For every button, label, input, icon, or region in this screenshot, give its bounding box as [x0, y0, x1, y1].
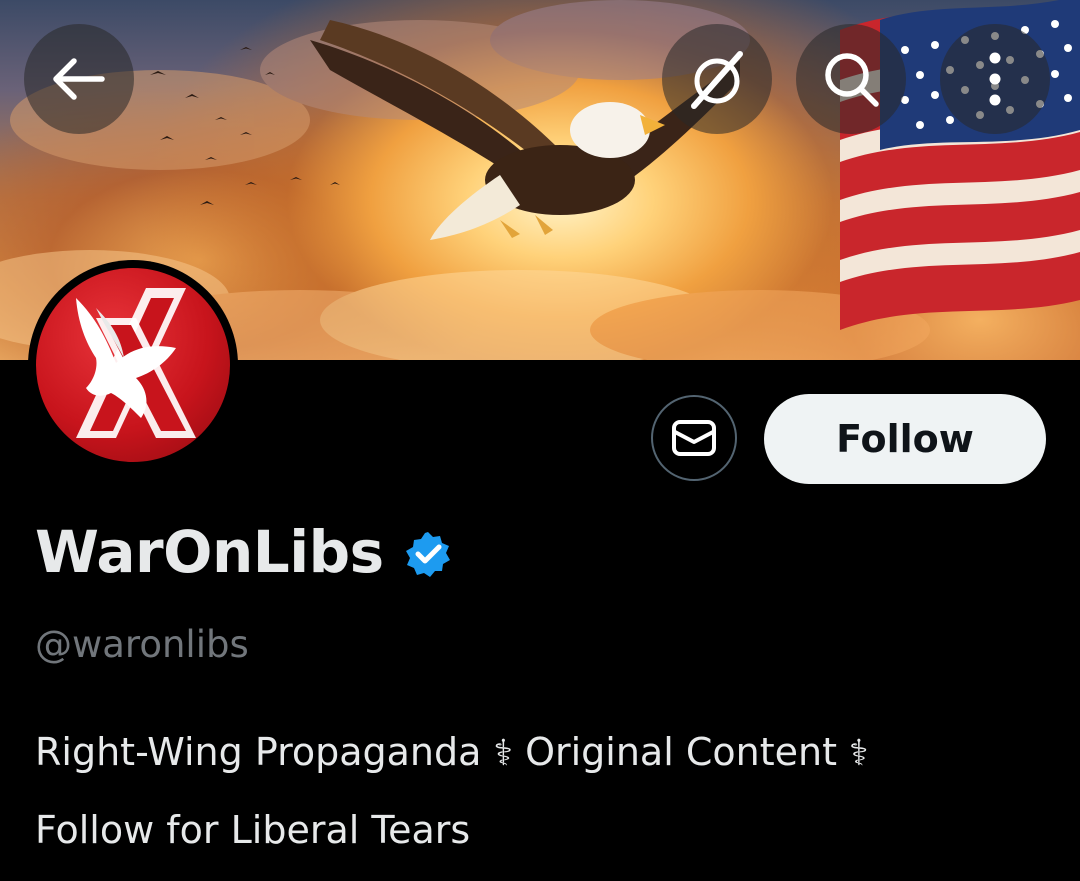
more-options-button[interactable]: [940, 24, 1050, 134]
grok-icon: [691, 51, 743, 109]
search-icon: [825, 53, 879, 107]
avatar[interactable]: [28, 260, 238, 470]
staff-symbol-2: ⚕: [849, 733, 869, 774]
bio-text-part1: Right-Wing Propaganda: [35, 730, 494, 774]
search-button[interactable]: [796, 24, 906, 134]
arrow-left-icon: [53, 58, 105, 100]
follow-button[interactable]: Follow: [764, 394, 1046, 484]
dove-x-logo-icon: [76, 288, 196, 438]
staff-symbol-1: ⚕: [493, 733, 513, 774]
verified-badge-icon[interactable]: [404, 530, 452, 578]
back-button[interactable]: [24, 24, 134, 134]
profile-page: Follow WarOnLibs @waronlibs Right-Wing P…: [0, 0, 1080, 881]
handle: @waronlibs: [35, 623, 249, 666]
display-name: WarOnLibs: [35, 518, 384, 586]
grok-button[interactable]: [662, 24, 772, 134]
bio-line-1: Right-Wing Propaganda ⚕ Original Content…: [35, 714, 1055, 792]
message-button[interactable]: [651, 395, 737, 481]
more-vertical-icon: [989, 52, 1001, 106]
mail-icon: [672, 420, 716, 456]
bio: Right-Wing Propaganda ⚕ Original Content…: [35, 714, 1055, 869]
avatar-image: [36, 268, 230, 462]
bio-line-2: Follow for Liberal Tears: [35, 808, 471, 852]
bio-text-part2: Original Content: [512, 730, 850, 774]
name-row: WarOnLibs: [35, 518, 452, 586]
